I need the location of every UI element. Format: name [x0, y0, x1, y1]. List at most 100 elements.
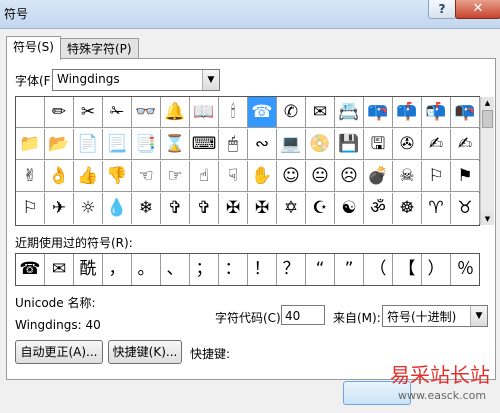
- recent-symbol-cell[interactable]: ☎: [16, 254, 45, 285]
- symbol-grid: ♉ ♈ ☸ ॐ ☯ ☪ ✡ ✠ ✠ ✞ ✞ ❄ 💧 ☼ ✈ ⚐ ⚑ ⚐ ☠ 💣 ☹ 😐 ☺ ✋ ☟ ☝ ☞ ☜ 👎 👍 👌 ✌ ✍ ✍ ✇ 🖫 💾 📀 💻 ∾…: [15, 96, 494, 226]
- recent-symbol-cell[interactable]: 【: [393, 254, 422, 285]
- symbol-cell[interactable]: ✍: [451, 129, 480, 160]
- symbol-cell[interactable]: ☪: [306, 193, 335, 224]
- symbol-cell[interactable]: ☜: [132, 161, 161, 192]
- symbol-cell[interactable]: ✂: [74, 97, 103, 128]
- chevron-down-icon[interactable]: ▼: [202, 70, 219, 90]
- symbol-cell[interactable]: ♉: [451, 193, 480, 224]
- recent-symbol-cell[interactable]: ✉: [45, 254, 74, 285]
- symbol-cell[interactable]: ☟: [219, 161, 248, 192]
- symbol-cell[interactable]: 📁: [16, 129, 45, 160]
- scroll-thumb[interactable]: [482, 110, 493, 128]
- symbol-cell[interactable]: 📫: [393, 97, 422, 128]
- symbol-cell[interactable]: 📀: [306, 129, 335, 160]
- symbol-cell[interactable]: ∾: [248, 129, 277, 160]
- symbol-cell[interactable]: ✡: [277, 193, 306, 224]
- help-button[interactable]: ?: [428, 0, 456, 19]
- symbol-cell[interactable]: ⚐: [16, 193, 45, 224]
- recent-symbol-cell[interactable]: ）: [422, 254, 451, 285]
- recent-symbol-cell[interactable]: “: [306, 254, 335, 285]
- recent-symbol-cell[interactable]: 酰: [74, 254, 103, 285]
- symbol-cell[interactable]: ✆: [277, 97, 306, 128]
- symbol-cell[interactable]: ✋: [248, 161, 277, 192]
- shortcut-key-button[interactable]: 快捷键(K)...: [108, 340, 182, 364]
- symbol-cell[interactable]: 💧: [103, 193, 132, 224]
- symbol-cell[interactable]: 📃: [103, 129, 132, 160]
- symbol-cell[interactable]: 👍: [74, 161, 103, 192]
- recent-symbol-cell[interactable]: ！: [248, 254, 277, 285]
- char-code-input[interactable]: 40: [281, 305, 325, 325]
- symbol-cell[interactable]: ⌛: [161, 129, 190, 160]
- symbol-cell[interactable]: ✞: [161, 193, 190, 224]
- symbol-cell[interactable]: ☝: [190, 161, 219, 192]
- recent-symbol-cell[interactable]: ？: [277, 254, 306, 285]
- symbol-cell[interactable]: 🖫: [364, 129, 393, 160]
- close-button[interactable]: ✕: [455, 0, 500, 19]
- tab-special-characters[interactable]: 特殊字符(P): [60, 38, 139, 59]
- symbol-cell[interactable]: ☞: [161, 161, 190, 192]
- symbol-cell[interactable]: ☠: [393, 161, 422, 192]
- symbol-cell[interactable]: 👎: [103, 161, 132, 192]
- autocorrect-button[interactable]: 自动更正(A)...: [15, 340, 103, 364]
- scroll-up-icon[interactable]: ▲: [481, 97, 494, 109]
- symbol-cell[interactable]: 📪: [364, 97, 393, 128]
- symbol-cell[interactable]: 📑: [132, 129, 161, 160]
- symbol-cell[interactable]: ☸: [393, 193, 422, 224]
- symbol-cell[interactable]: 📭: [451, 97, 480, 128]
- symbol-cell[interactable]: 👓: [132, 97, 161, 128]
- symbol-cell[interactable]: 📄: [74, 129, 103, 160]
- symbol-cell[interactable]: ☎: [248, 97, 277, 128]
- from-select[interactable]: 符号(十进制) ▼: [382, 305, 488, 327]
- chevron-down-icon[interactable]: ▼: [470, 306, 487, 326]
- symbol-cell[interactable]: 👌: [45, 161, 74, 192]
- symbol-cell[interactable]: ☯: [335, 193, 364, 224]
- recent-symbol-cell[interactable]: （: [364, 254, 393, 285]
- recent-symbol-cell[interactable]: 。: [132, 254, 161, 285]
- recent-symbols-label: 近期使用过的符号(R):: [15, 236, 133, 250]
- tab-symbols[interactable]: 符号(S): [6, 36, 61, 60]
- symbol-cell[interactable]: 🖱: [219, 129, 248, 160]
- symbol-cell[interactable]: ⌨: [190, 129, 219, 160]
- symbol-cell[interactable]: ⚐: [422, 161, 451, 192]
- from-label: 来自(M):: [333, 311, 381, 325]
- symbol-cell[interactable]: ✠: [219, 193, 248, 224]
- symbol-cell[interactable]: ✌: [16, 161, 45, 192]
- symbol-cell[interactable]: 💾: [335, 129, 364, 160]
- symbol-cell[interactable]: 💻: [277, 129, 306, 160]
- recent-symbol-cell[interactable]: ：: [219, 254, 248, 285]
- symbol-cell[interactable]: ⚑: [451, 161, 480, 192]
- symbol-cell[interactable]: 📇: [335, 97, 364, 128]
- symbol-cell[interactable]: ✁: [103, 97, 132, 128]
- symbol-cell[interactable]: ☹: [335, 161, 364, 192]
- symbol-cell[interactable]: ☼: [74, 193, 103, 224]
- symbol-cell[interactable]: ♈: [422, 193, 451, 224]
- symbol-cell[interactable]: ✉: [306, 97, 335, 128]
- symbol-cell[interactable]: ✏: [45, 97, 74, 128]
- symbol-cell[interactable]: 💣: [364, 161, 393, 192]
- scroll-down-icon[interactable]: ▼: [481, 213, 494, 225]
- recent-symbol-cell[interactable]: ％: [451, 254, 480, 285]
- symbol-cell[interactable]: ❄: [132, 193, 161, 224]
- symbol-cell[interactable]: 📬: [422, 97, 451, 128]
- recent-symbol-cell[interactable]: ”: [335, 254, 364, 285]
- symbol-cell[interactable]: 🔔: [161, 97, 190, 128]
- symbol-cell[interactable]: ✠: [248, 193, 277, 224]
- symbol-cell[interactable]: 📂: [45, 129, 74, 160]
- shortcut-key-label: 快捷键:: [190, 347, 231, 361]
- recent-symbol-cell[interactable]: 、: [161, 254, 190, 285]
- symbol-cell[interactable]: [16, 97, 45, 128]
- recent-symbol-cell[interactable]: ；: [190, 254, 219, 285]
- recent-symbol-cell[interactable]: ，: [103, 254, 132, 285]
- symbol-cell[interactable]: ☺: [277, 161, 306, 192]
- grid-scrollbar[interactable]: ▲ ▼: [480, 97, 494, 225]
- symbol-cell[interactable]: ✍: [422, 129, 451, 160]
- symbol-cell[interactable]: ✈: [45, 193, 74, 224]
- symbol-cell[interactable]: ॐ: [364, 193, 393, 224]
- symbol-cell[interactable]: ✇: [393, 129, 422, 160]
- symbol-cell[interactable]: 😐: [306, 161, 335, 192]
- symbol-cell[interactable]: 📖: [190, 97, 219, 128]
- font-select[interactable]: Wingdings ▼: [52, 69, 220, 91]
- symbol-cell[interactable]: 🕯: [219, 97, 248, 128]
- character-description: Wingdings: 40: [15, 318, 101, 332]
- symbol-cell[interactable]: ✞: [190, 193, 219, 224]
